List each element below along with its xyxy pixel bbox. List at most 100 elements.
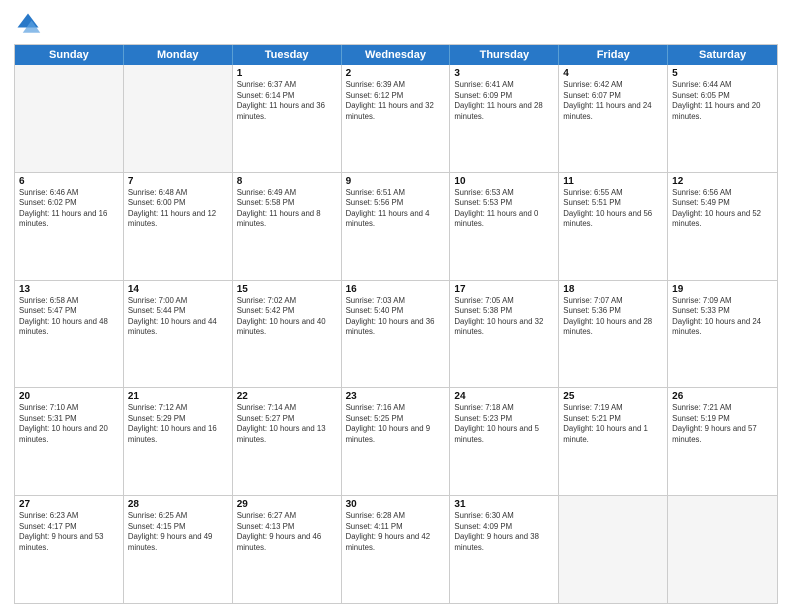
day-number: 2 xyxy=(346,68,446,79)
day-cell-10: 10Sunrise: 6:53 AM Sunset: 5:53 PM Dayli… xyxy=(450,173,559,280)
day-cell-22: 22Sunrise: 7:14 AM Sunset: 5:27 PM Dayli… xyxy=(233,388,342,495)
day-cell-30: 30Sunrise: 6:28 AM Sunset: 4:11 PM Dayli… xyxy=(342,496,451,603)
day-cell-29: 29Sunrise: 6:27 AM Sunset: 4:13 PM Dayli… xyxy=(233,496,342,603)
day-info: Sunrise: 6:27 AM Sunset: 4:13 PM Dayligh… xyxy=(237,511,337,553)
day-cell-16: 16Sunrise: 7:03 AM Sunset: 5:40 PM Dayli… xyxy=(342,281,451,388)
day-number: 20 xyxy=(19,391,119,402)
day-info: Sunrise: 7:09 AM Sunset: 5:33 PM Dayligh… xyxy=(672,296,773,338)
day-info: Sunrise: 6:51 AM Sunset: 5:56 PM Dayligh… xyxy=(346,188,446,230)
day-cell-19: 19Sunrise: 7:09 AM Sunset: 5:33 PM Dayli… xyxy=(668,281,777,388)
calendar-header: SundayMondayTuesdayWednesdayThursdayFrid… xyxy=(15,45,777,65)
day-number: 21 xyxy=(128,391,228,402)
day-number: 26 xyxy=(672,391,773,402)
day-number: 29 xyxy=(237,499,337,510)
day-info: Sunrise: 6:49 AM Sunset: 5:58 PM Dayligh… xyxy=(237,188,337,230)
header xyxy=(14,10,778,38)
day-info: Sunrise: 6:55 AM Sunset: 5:51 PM Dayligh… xyxy=(563,188,663,230)
day-number: 24 xyxy=(454,391,554,402)
day-info: Sunrise: 6:37 AM Sunset: 6:14 PM Dayligh… xyxy=(237,80,337,122)
day-info: Sunrise: 7:14 AM Sunset: 5:27 PM Dayligh… xyxy=(237,403,337,445)
weekday-header-thursday: Thursday xyxy=(450,45,559,65)
day-info: Sunrise: 6:56 AM Sunset: 5:49 PM Dayligh… xyxy=(672,188,773,230)
weekday-header-friday: Friday xyxy=(559,45,668,65)
day-info: Sunrise: 7:00 AM Sunset: 5:44 PM Dayligh… xyxy=(128,296,228,338)
day-cell-21: 21Sunrise: 7:12 AM Sunset: 5:29 PM Dayli… xyxy=(124,388,233,495)
day-info: Sunrise: 7:05 AM Sunset: 5:38 PM Dayligh… xyxy=(454,296,554,338)
day-cell-15: 15Sunrise: 7:02 AM Sunset: 5:42 PM Dayli… xyxy=(233,281,342,388)
day-cell-7: 7Sunrise: 6:48 AM Sunset: 6:00 PM Daylig… xyxy=(124,173,233,280)
day-info: Sunrise: 6:30 AM Sunset: 4:09 PM Dayligh… xyxy=(454,511,554,553)
day-number: 3 xyxy=(454,68,554,79)
day-number: 12 xyxy=(672,176,773,187)
weekday-header-saturday: Saturday xyxy=(668,45,777,65)
day-cell-4: 4Sunrise: 6:42 AM Sunset: 6:07 PM Daylig… xyxy=(559,65,668,172)
day-number: 4 xyxy=(563,68,663,79)
day-info: Sunrise: 6:58 AM Sunset: 5:47 PM Dayligh… xyxy=(19,296,119,338)
day-cell-2: 2Sunrise: 6:39 AM Sunset: 6:12 PM Daylig… xyxy=(342,65,451,172)
day-info: Sunrise: 7:19 AM Sunset: 5:21 PM Dayligh… xyxy=(563,403,663,445)
day-number: 18 xyxy=(563,284,663,295)
weekday-header-tuesday: Tuesday xyxy=(233,45,342,65)
day-info: Sunrise: 7:10 AM Sunset: 5:31 PM Dayligh… xyxy=(19,403,119,445)
logo xyxy=(14,10,46,38)
day-info: Sunrise: 7:03 AM Sunset: 5:40 PM Dayligh… xyxy=(346,296,446,338)
day-info: Sunrise: 6:48 AM Sunset: 6:00 PM Dayligh… xyxy=(128,188,228,230)
day-number: 15 xyxy=(237,284,337,295)
calendar-row-4: 27Sunrise: 6:23 AM Sunset: 4:17 PM Dayli… xyxy=(15,495,777,603)
day-cell-8: 8Sunrise: 6:49 AM Sunset: 5:58 PM Daylig… xyxy=(233,173,342,280)
day-cell-1: 1Sunrise: 6:37 AM Sunset: 6:14 PM Daylig… xyxy=(233,65,342,172)
day-cell-20: 20Sunrise: 7:10 AM Sunset: 5:31 PM Dayli… xyxy=(15,388,124,495)
day-number: 31 xyxy=(454,499,554,510)
day-info: Sunrise: 6:42 AM Sunset: 6:07 PM Dayligh… xyxy=(563,80,663,122)
day-number: 10 xyxy=(454,176,554,187)
day-info: Sunrise: 6:39 AM Sunset: 6:12 PM Dayligh… xyxy=(346,80,446,122)
day-info: Sunrise: 6:23 AM Sunset: 4:17 PM Dayligh… xyxy=(19,511,119,553)
day-number: 14 xyxy=(128,284,228,295)
day-info: Sunrise: 7:12 AM Sunset: 5:29 PM Dayligh… xyxy=(128,403,228,445)
calendar-row-1: 6Sunrise: 6:46 AM Sunset: 6:02 PM Daylig… xyxy=(15,172,777,280)
day-number: 30 xyxy=(346,499,446,510)
empty-cell xyxy=(15,65,124,172)
day-info: Sunrise: 6:41 AM Sunset: 6:09 PM Dayligh… xyxy=(454,80,554,122)
day-number: 8 xyxy=(237,176,337,187)
day-number: 19 xyxy=(672,284,773,295)
weekday-header-monday: Monday xyxy=(124,45,233,65)
day-number: 7 xyxy=(128,176,228,187)
calendar-row-3: 20Sunrise: 7:10 AM Sunset: 5:31 PM Dayli… xyxy=(15,387,777,495)
calendar-row-2: 13Sunrise: 6:58 AM Sunset: 5:47 PM Dayli… xyxy=(15,280,777,388)
day-number: 11 xyxy=(563,176,663,187)
day-info: Sunrise: 7:02 AM Sunset: 5:42 PM Dayligh… xyxy=(237,296,337,338)
day-number: 22 xyxy=(237,391,337,402)
day-cell-5: 5Sunrise: 6:44 AM Sunset: 6:05 PM Daylig… xyxy=(668,65,777,172)
logo-icon xyxy=(14,10,42,38)
day-cell-17: 17Sunrise: 7:05 AM Sunset: 5:38 PM Dayli… xyxy=(450,281,559,388)
day-info: Sunrise: 7:18 AM Sunset: 5:23 PM Dayligh… xyxy=(454,403,554,445)
calendar-row-0: 1Sunrise: 6:37 AM Sunset: 6:14 PM Daylig… xyxy=(15,65,777,172)
page: SundayMondayTuesdayWednesdayThursdayFrid… xyxy=(0,0,792,612)
day-cell-3: 3Sunrise: 6:41 AM Sunset: 6:09 PM Daylig… xyxy=(450,65,559,172)
weekday-header-sunday: Sunday xyxy=(15,45,124,65)
day-number: 1 xyxy=(237,68,337,79)
day-number: 5 xyxy=(672,68,773,79)
day-number: 13 xyxy=(19,284,119,295)
day-info: Sunrise: 7:21 AM Sunset: 5:19 PM Dayligh… xyxy=(672,403,773,445)
day-cell-18: 18Sunrise: 7:07 AM Sunset: 5:36 PM Dayli… xyxy=(559,281,668,388)
day-number: 16 xyxy=(346,284,446,295)
day-cell-14: 14Sunrise: 7:00 AM Sunset: 5:44 PM Dayli… xyxy=(124,281,233,388)
calendar: SundayMondayTuesdayWednesdayThursdayFrid… xyxy=(14,44,778,604)
day-info: Sunrise: 7:16 AM Sunset: 5:25 PM Dayligh… xyxy=(346,403,446,445)
day-cell-28: 28Sunrise: 6:25 AM Sunset: 4:15 PM Dayli… xyxy=(124,496,233,603)
day-cell-13: 13Sunrise: 6:58 AM Sunset: 5:47 PM Dayli… xyxy=(15,281,124,388)
day-cell-12: 12Sunrise: 6:56 AM Sunset: 5:49 PM Dayli… xyxy=(668,173,777,280)
day-number: 23 xyxy=(346,391,446,402)
empty-cell xyxy=(559,496,668,603)
day-info: Sunrise: 6:46 AM Sunset: 6:02 PM Dayligh… xyxy=(19,188,119,230)
day-number: 28 xyxy=(128,499,228,510)
day-cell-23: 23Sunrise: 7:16 AM Sunset: 5:25 PM Dayli… xyxy=(342,388,451,495)
day-cell-27: 27Sunrise: 6:23 AM Sunset: 4:17 PM Dayli… xyxy=(15,496,124,603)
day-cell-26: 26Sunrise: 7:21 AM Sunset: 5:19 PM Dayli… xyxy=(668,388,777,495)
day-info: Sunrise: 7:07 AM Sunset: 5:36 PM Dayligh… xyxy=(563,296,663,338)
day-info: Sunrise: 6:28 AM Sunset: 4:11 PM Dayligh… xyxy=(346,511,446,553)
day-info: Sunrise: 6:44 AM Sunset: 6:05 PM Dayligh… xyxy=(672,80,773,122)
day-cell-9: 9Sunrise: 6:51 AM Sunset: 5:56 PM Daylig… xyxy=(342,173,451,280)
